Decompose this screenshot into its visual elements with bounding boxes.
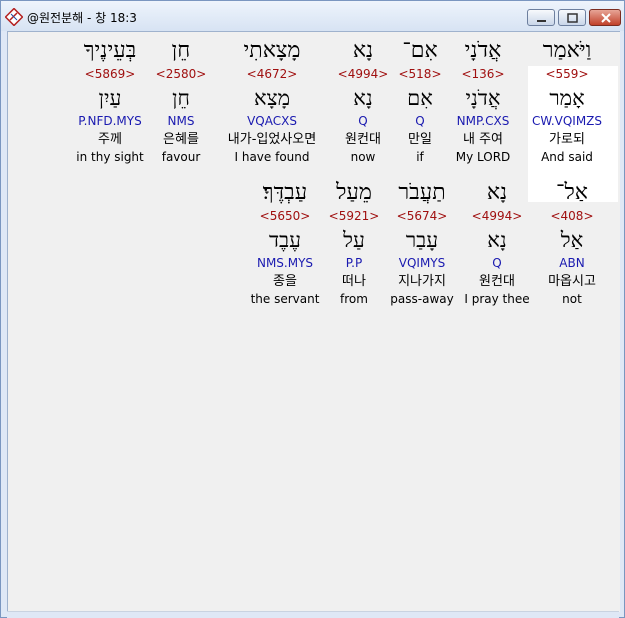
lexeme-text: עֶבֶד: [268, 228, 302, 252]
window-bottom-border: [7, 611, 619, 618]
korean-gloss: 종을: [273, 274, 297, 289]
strong-number[interactable]: <5650>: [230, 208, 340, 225]
maximize-button[interactable]: [558, 9, 586, 26]
morphology-code: NMS.MYS: [256, 256, 314, 270]
word-beeneicha[interactable]: בְּעֵינֶיךָ <5869> עַיִן P.NFD.MYS 주께 in…: [55, 36, 165, 165]
interlinear-window: @원전분해 - 창 18:3 וַיֹּאמַר <559> אָמַר CW.…: [0, 0, 625, 618]
english-gloss: the servant: [250, 292, 320, 306]
hebrew-text: בְּעֵינֶיךָ: [83, 38, 137, 63]
title-bar[interactable]: @원전분해 - 창 18:3: [1, 1, 624, 31]
morphology-code: P.NFD.MYS: [78, 114, 142, 128]
word-avdecha[interactable]: עַבְדֶּךָ׃ <5650> עֶבֶד NMS.MYS 종을 the s…: [230, 178, 340, 307]
window-title: @원전분해 - 창 18:3: [27, 11, 137, 25]
verse-panel[interactable]: וַיֹּאמַר <559> אָמַר CW.VQIMZS 가로되 And …: [7, 31, 620, 612]
maximize-icon: [567, 13, 578, 23]
korean-gloss: 주께: [98, 132, 122, 147]
bible-app-icon: [5, 8, 23, 26]
close-button[interactable]: [589, 9, 621, 26]
strong-number[interactable]: <5869>: [55, 66, 165, 83]
minimize-button[interactable]: [527, 9, 555, 26]
lexeme-text: עַיִן: [98, 86, 122, 110]
english-gloss: in thy sight: [76, 150, 144, 164]
hebrew-text: עַבְדֶּךָ׃: [262, 180, 308, 205]
minimize-icon: [537, 20, 546, 22]
close-icon: [601, 13, 611, 23]
